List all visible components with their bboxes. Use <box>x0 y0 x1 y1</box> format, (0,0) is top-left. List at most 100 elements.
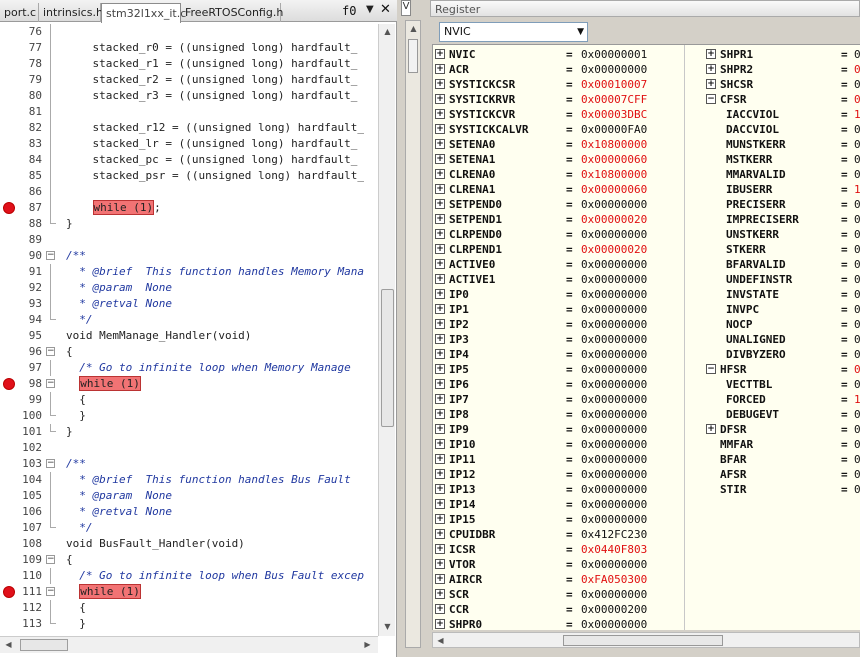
register-value[interactable]: 0x00000000 <box>581 317 647 332</box>
register-value[interactable]: 0 <box>854 482 860 497</box>
expand-icon[interactable]: + <box>435 304 445 314</box>
editor-vertical-scrollbar[interactable]: ▲ ▼ <box>378 24 395 636</box>
register-value[interactable]: 0 <box>854 62 860 77</box>
expand-icon[interactable]: + <box>435 409 445 419</box>
tab-list-arrow-icon[interactable]: ▼ <box>366 4 374 15</box>
expand-icon[interactable]: + <box>435 529 445 539</box>
expand-icon[interactable]: + <box>435 199 445 209</box>
expand-icon[interactable]: + <box>435 289 445 299</box>
register-value[interactable]: 0 <box>854 452 860 467</box>
register-horizontal-scrollbar[interactable]: ◀ <box>432 632 860 648</box>
register-value[interactable]: 0 <box>854 77 860 92</box>
register-value[interactable]: 0 <box>854 332 860 347</box>
register-value[interactable]: 0x00000000 <box>581 422 647 437</box>
register-value[interactable]: 0 <box>854 242 860 257</box>
register-group-select[interactable]: NVIC ▼ <box>439 22 588 42</box>
scroll-up-icon[interactable]: ▲ <box>380 24 395 39</box>
tab-port-c[interactable]: port.c <box>0 3 39 22</box>
expand-icon[interactable]: + <box>435 484 445 494</box>
register-value[interactable]: 0x00000000 <box>581 467 647 482</box>
register-value[interactable]: 1 <box>854 107 860 122</box>
editor-horizontal-scroll-thumb[interactable] <box>20 639 68 651</box>
strip-tab[interactable]: V <box>401 0 411 16</box>
expand-icon[interactable]: + <box>706 64 716 74</box>
expand-icon[interactable]: + <box>435 274 445 284</box>
register-value[interactable]: 0 <box>854 287 860 302</box>
register-value[interactable]: 0 <box>854 317 860 332</box>
register-value[interactable]: 0x00000000 <box>581 257 647 272</box>
expand-icon[interactable]: + <box>435 589 445 599</box>
register-value[interactable]: 0x00000000 <box>581 62 647 77</box>
expand-icon[interactable]: + <box>435 544 445 554</box>
register-value[interactable]: 0x00000000 <box>581 362 647 377</box>
register-value[interactable]: 0x00000000 <box>581 617 647 630</box>
collapse-icon[interactable]: − <box>706 364 716 374</box>
collapse-icon[interactable]: − <box>706 94 716 104</box>
register-value[interactable]: 0 <box>854 467 860 482</box>
register-value[interactable]: 0 <box>854 407 860 422</box>
expand-icon[interactable]: + <box>435 349 445 359</box>
register-value[interactable]: 0 <box>854 227 860 242</box>
expand-icon[interactable]: + <box>435 49 445 59</box>
expand-icon[interactable]: + <box>435 169 445 179</box>
expand-icon[interactable]: + <box>435 319 445 329</box>
register-value[interactable]: 0x00000000 <box>581 587 647 602</box>
expand-icon[interactable]: + <box>435 244 445 254</box>
scroll-right-icon[interactable]: ▶ <box>360 637 375 652</box>
expand-icon[interactable]: + <box>435 334 445 344</box>
register-value[interactable]: 0 <box>854 92 860 107</box>
expand-icon[interactable]: + <box>706 79 716 89</box>
fold-toggle-icon[interactable]: − <box>46 459 55 468</box>
register-value[interactable]: 0x00000060 <box>581 152 647 167</box>
register-value[interactable]: 0x00000000 <box>581 377 647 392</box>
fold-toggle-icon[interactable]: − <box>46 347 55 356</box>
expand-icon[interactable]: + <box>706 49 716 59</box>
fold-toggle-icon[interactable]: − <box>46 587 55 596</box>
tab-stm32l1xx-it-c[interactable]: stm32l1xx_it.c <box>101 3 186 23</box>
fold-toggle-icon[interactable]: − <box>46 379 55 388</box>
register-value[interactable]: 0x00000020 <box>581 242 647 257</box>
register-value[interactable]: 0x00000000 <box>581 452 647 467</box>
strip-scroll-up-icon[interactable]: ▲ <box>406 21 421 36</box>
expand-icon[interactable]: + <box>435 379 445 389</box>
expand-icon[interactable]: + <box>435 574 445 584</box>
reg-scroll-left-icon[interactable]: ◀ <box>433 633 448 648</box>
register-value[interactable]: 1 <box>854 182 860 197</box>
expand-icon[interactable]: + <box>435 214 445 224</box>
register-value[interactable]: 0 <box>854 122 860 137</box>
register-value[interactable]: 0x00000000 <box>581 557 647 572</box>
expand-icon[interactable]: + <box>435 259 445 269</box>
register-value[interactable]: 0 <box>854 152 860 167</box>
register-value[interactable]: 0 <box>854 47 860 62</box>
expand-icon[interactable]: + <box>435 124 445 134</box>
expand-icon[interactable]: + <box>435 154 445 164</box>
fold-toggle-icon[interactable]: − <box>46 555 55 564</box>
register-value[interactable]: 0x00000000 <box>581 497 647 512</box>
register-value[interactable]: 0x00000000 <box>581 332 647 347</box>
breakpoint-icon[interactable] <box>3 202 15 214</box>
register-value[interactable]: 0x00003DBC <box>581 107 647 122</box>
function-dropdown[interactable]: f0 <box>342 4 356 18</box>
register-value[interactable]: 0x0440F803 <box>581 542 647 557</box>
expand-icon[interactable]: + <box>435 364 445 374</box>
tab-freertosconfig-h[interactable]: FreeRTOSConfig.h <box>181 3 283 22</box>
expand-icon[interactable]: + <box>435 619 445 629</box>
fold-toggle-icon[interactable]: − <box>46 251 55 260</box>
register-value[interactable]: 0x00000000 <box>581 512 647 527</box>
register-value[interactable]: 0xFA050300 <box>581 572 647 587</box>
expand-icon[interactable]: + <box>435 454 445 464</box>
register-value[interactable]: 0x00000200 <box>581 602 647 617</box>
breakpoint-icon[interactable] <box>3 378 15 390</box>
register-value[interactable]: 0x10800000 <box>581 137 647 152</box>
register-value[interactable]: 0 <box>854 197 860 212</box>
dropdown-arrow-icon[interactable]: ▼ <box>577 27 584 37</box>
register-value[interactable]: 0x00000000 <box>581 392 647 407</box>
register-value[interactable]: 0x00000000 <box>581 347 647 362</box>
register-value[interactable]: 0x00000000 <box>581 407 647 422</box>
code-area[interactable]: 76 77 stacked_r0 = ((unsigned long) hardf… <box>0 24 378 636</box>
register-value[interactable]: 0 <box>854 257 860 272</box>
expand-icon[interactable]: + <box>706 424 716 434</box>
expand-icon[interactable]: + <box>435 559 445 569</box>
expand-icon[interactable]: + <box>435 64 445 74</box>
register-value[interactable]: 0x00000000 <box>581 197 647 212</box>
